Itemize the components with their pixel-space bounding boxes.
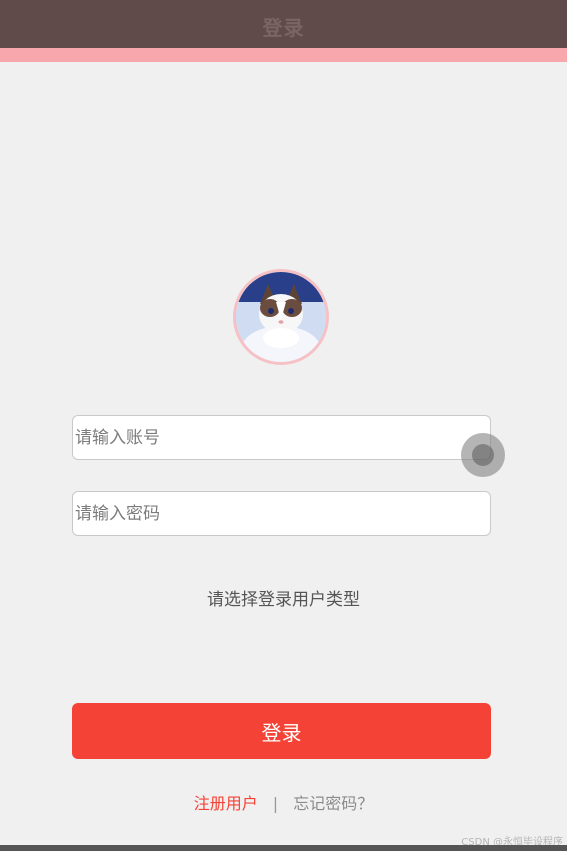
page-title: 登录	[262, 15, 305, 40]
touch-indicator	[461, 433, 505, 477]
user-type-selector[interactable]: 请选择登录用户类型	[0, 585, 567, 610]
auth-links: 注册用户 | 忘记密码？	[0, 790, 567, 814]
avatar	[233, 269, 329, 365]
accent-band	[0, 48, 567, 62]
login-button[interactable]: 登录	[72, 703, 491, 759]
link-separator: |	[272, 794, 279, 813]
bottom-bar	[0, 845, 567, 851]
app-header: 登录	[0, 0, 567, 48]
register-link[interactable]: 注册用户	[194, 794, 258, 813]
password-input[interactable]	[72, 491, 491, 536]
login-page: 登录 请选择登录用户类型 登录 注册用户 | 忘记密码？ CSDN @永恒毕设程…	[0, 0, 567, 851]
forgot-password-link[interactable]: 忘记密码？	[293, 794, 373, 813]
cat-avatar-icon	[236, 272, 326, 362]
account-input[interactable]	[72, 415, 491, 460]
